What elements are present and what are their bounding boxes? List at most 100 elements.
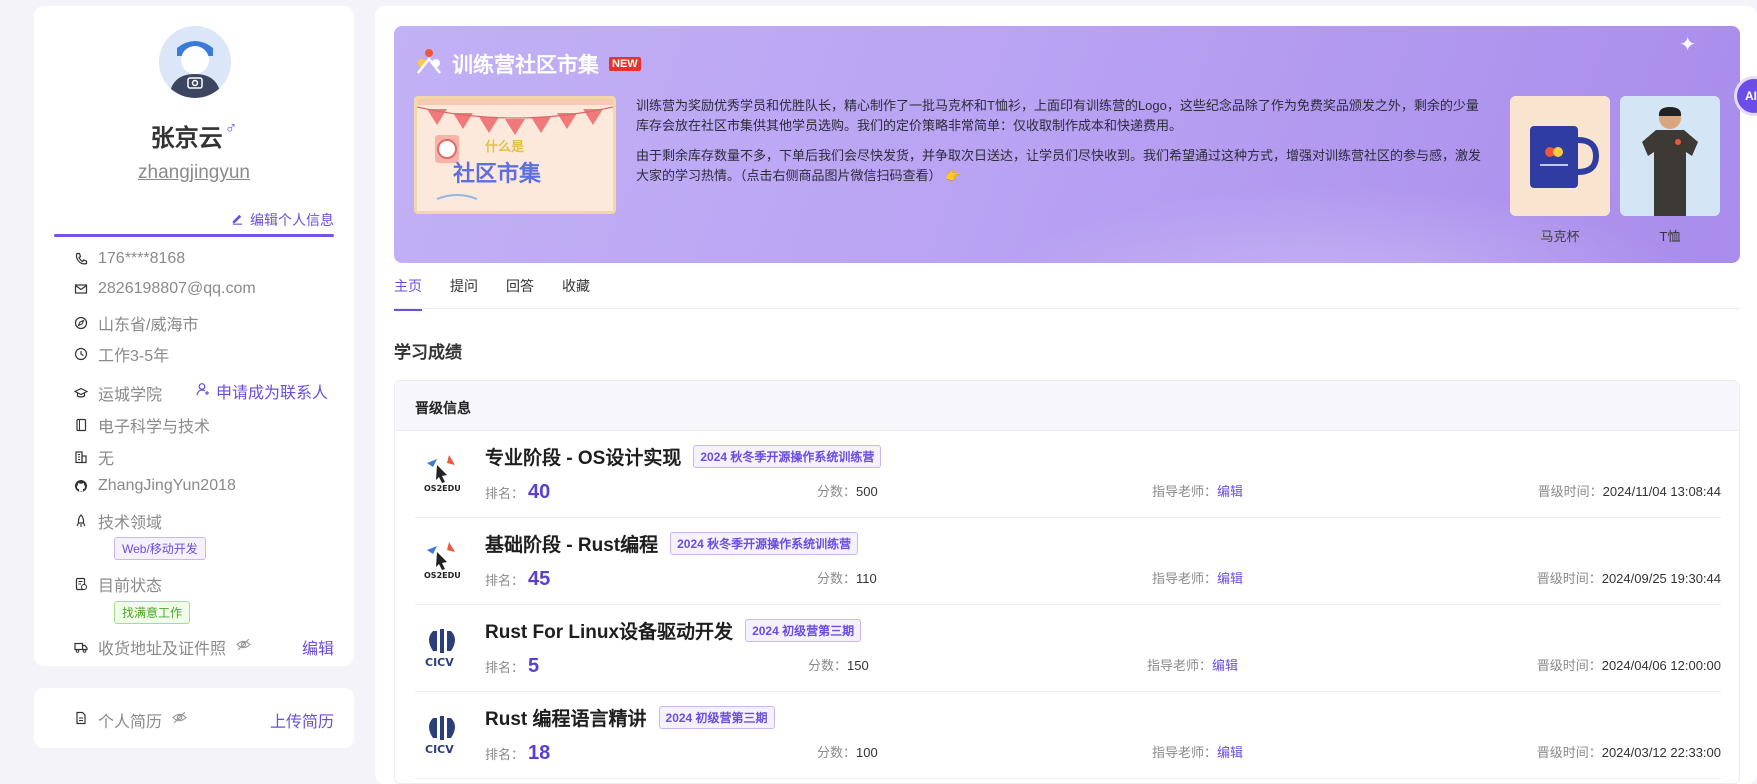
tab-questions[interactable]: 提问 bbox=[450, 276, 478, 310]
poster-line2: 社区市集 bbox=[453, 161, 542, 187]
status-icon bbox=[74, 577, 88, 591]
email-value: 2826198807@qq.com bbox=[98, 280, 256, 297]
svg-text:CICV: CICV bbox=[425, 743, 454, 756]
sparkle-icon: ✦ bbox=[1679, 34, 1696, 56]
camp-tag: 2024 初级营第三期 bbox=[658, 706, 775, 729]
score-label: 分数： bbox=[817, 571, 857, 586]
score-value: 110 bbox=[856, 571, 877, 586]
banner-paragraph-2: 由于剩余库存数量不多，下单后我们会尽快发货，并争取次日送达，让学员们尽快收到。我… bbox=[636, 148, 1482, 183]
promotion-record: OS2EDU 基础阶段 - Rust编程 2024 秋冬季开源操作系统训练营 排… bbox=[415, 518, 1721, 605]
time-value: 2024/03/12 22:33:00 bbox=[1601, 745, 1721, 760]
experience-row: 工作3-5年 bbox=[74, 342, 169, 366]
promotion-panel: 晋级信息 OS2EDU 专业阶段 - OS设计实现 2024 秋冬季开源操作系统… bbox=[394, 380, 1740, 784]
edit-profile-label: 编辑个人信息 bbox=[250, 212, 334, 228]
eye-hidden-icon[interactable] bbox=[236, 637, 251, 657]
record-title: Rust For Linux设备驱动开发 bbox=[485, 622, 734, 643]
rocket-icon bbox=[74, 514, 88, 528]
building-icon bbox=[74, 450, 88, 464]
tech-field-label: 技术领域 bbox=[98, 515, 163, 532]
status-tag: 找满意工作 bbox=[114, 601, 191, 624]
score-label: 分数： bbox=[817, 484, 857, 499]
camp-tag: 2024 秋冬季开源操作系统训练营 bbox=[693, 445, 882, 468]
promotion-record: CICV Rust For Linux设备驱动开发 2024 初级营第三期 排名… bbox=[415, 605, 1721, 692]
banner-title: 训练营社区市集 NEW bbox=[414, 46, 641, 82]
phone-value: 176****8168 bbox=[98, 250, 186, 267]
teacher-edit-link[interactable]: 编辑 bbox=[1217, 742, 1243, 761]
school-row: 运城学院 bbox=[74, 381, 162, 405]
pencil-icon bbox=[231, 212, 244, 228]
banner-paragraph-1: 训练营为奖励优秀学员和优胜队长，精心制作了一批马克杯和T恤衫，上面印有训练营的L… bbox=[636, 98, 1479, 133]
score-label: 分数： bbox=[817, 745, 857, 760]
profile-name-row: 张京云 ♂ bbox=[34, 118, 354, 153]
tshirt-product-image[interactable] bbox=[1620, 96, 1720, 216]
time-value: 2024/04/06 12:00:00 bbox=[1601, 658, 1721, 673]
school-value: 运城学院 bbox=[98, 387, 163, 404]
graduation-cap-icon bbox=[74, 386, 88, 400]
resume-label: 个人简历 bbox=[98, 714, 163, 731]
avatar[interactable] bbox=[159, 26, 231, 98]
rank-label: 排名： bbox=[485, 573, 525, 588]
upload-resume-button[interactable]: 上传简历 bbox=[270, 708, 334, 732]
book-icon bbox=[74, 418, 88, 432]
record-title: 基础阶段 - Rust编程 bbox=[485, 535, 659, 556]
camp-tag: 2024 初级营第三期 bbox=[745, 619, 862, 642]
tab-answers[interactable]: 回答 bbox=[506, 276, 534, 310]
banner-title-text: 训练营社区市集 bbox=[452, 54, 599, 77]
section-title: 学习成绩 bbox=[394, 343, 462, 362]
teacher-edit-link[interactable]: 编辑 bbox=[1217, 568, 1243, 587]
cicv-logo-icon: CICV bbox=[420, 711, 464, 756]
eye-hidden-icon[interactable] bbox=[172, 710, 187, 730]
time-label: 晋级时间： bbox=[1536, 658, 1602, 673]
edit-address-button[interactable]: 编辑 bbox=[302, 635, 334, 659]
document-icon bbox=[74, 711, 88, 730]
phone-icon bbox=[74, 252, 88, 266]
major-row: 电子科学与技术 bbox=[74, 413, 210, 437]
rank-label: 排名： bbox=[485, 486, 525, 501]
tab-home[interactable]: 主页 bbox=[394, 276, 422, 311]
community-logo-icon bbox=[414, 46, 444, 82]
edit-profile-button[interactable]: 编辑个人信息 bbox=[231, 210, 334, 230]
truck-icon bbox=[74, 640, 88, 654]
pointing-hand-icon: 👉 bbox=[945, 168, 962, 183]
os2edu-logo-icon: OS2EDU bbox=[420, 450, 464, 494]
github-row: ZhangJingYun2018 bbox=[74, 477, 236, 495]
score-value: 100 bbox=[856, 745, 878, 760]
profile-tabs: 主页 提问 回答 收藏 bbox=[394, 276, 590, 311]
rank-value: 5 bbox=[528, 655, 540, 677]
teacher-edit-link[interactable]: 编辑 bbox=[1217, 481, 1243, 500]
rank-value: 45 bbox=[528, 568, 551, 590]
teacher-label: 指导老师： bbox=[1152, 484, 1218, 499]
major-value: 电子科学与技术 bbox=[98, 419, 211, 436]
status-label: 目前状态 bbox=[98, 578, 163, 595]
resume-row: 个人简历 bbox=[74, 708, 187, 732]
location-value: 山东省/威海市 bbox=[98, 317, 199, 334]
rank-value: 18 bbox=[528, 742, 551, 764]
os2edu-logo-icon: OS2EDU bbox=[420, 537, 464, 581]
banner-description: 训练营为奖励优秀学员和优胜队长，精心制作了一批马克杯和T恤衫，上面印有训练营的L… bbox=[636, 96, 1482, 186]
time-value: 2024/11/04 13:08:44 bbox=[1602, 484, 1721, 499]
github-value: ZhangJingYun2018 bbox=[98, 477, 236, 494]
time-value: 2024/09/25 19:30:44 bbox=[1601, 571, 1721, 586]
camp-tag: 2024 秋冬季开源操作系统训练营 bbox=[670, 532, 859, 555]
market-banner[interactable]: ✦ 训练营社区市集 NEW 什么是 社区市集 训练营为奖励优秀学员和优胜队长，精… bbox=[394, 26, 1740, 263]
mug-product-image[interactable] bbox=[1510, 96, 1610, 216]
rank-value: 40 bbox=[528, 481, 551, 503]
time-label: 晋级时间： bbox=[1537, 484, 1603, 499]
market-poster[interactable]: 什么是 社区市集 bbox=[414, 96, 616, 214]
clock-icon bbox=[74, 347, 88, 361]
teacher-edit-link[interactable]: 编辑 bbox=[1212, 655, 1238, 674]
apply-contact-button[interactable]: 申请成为联系人 bbox=[196, 379, 328, 403]
time-label: 晋级时间： bbox=[1536, 571, 1602, 586]
record-title: 专业阶段 - OS设计实现 bbox=[485, 448, 682, 469]
resume-card: 个人简历 上传简历 bbox=[34, 688, 354, 748]
compass-icon bbox=[74, 316, 88, 330]
tab-favorites[interactable]: 收藏 bbox=[562, 276, 590, 310]
profile-username: zhangjingyun bbox=[138, 162, 250, 183]
svg-text:OS2EDU: OS2EDU bbox=[424, 571, 461, 580]
score-label: 分数： bbox=[808, 658, 848, 673]
teacher-label: 指导老师： bbox=[1152, 571, 1218, 586]
profile-divider bbox=[54, 234, 334, 237]
promotion-record: CICV Rust 编程语言精讲 2024 初级营第三期 排名： 18 分数： 10… bbox=[415, 692, 1721, 779]
cicv-logo-icon: CICV bbox=[420, 624, 464, 669]
phone-row: 176****8168 bbox=[74, 250, 185, 268]
